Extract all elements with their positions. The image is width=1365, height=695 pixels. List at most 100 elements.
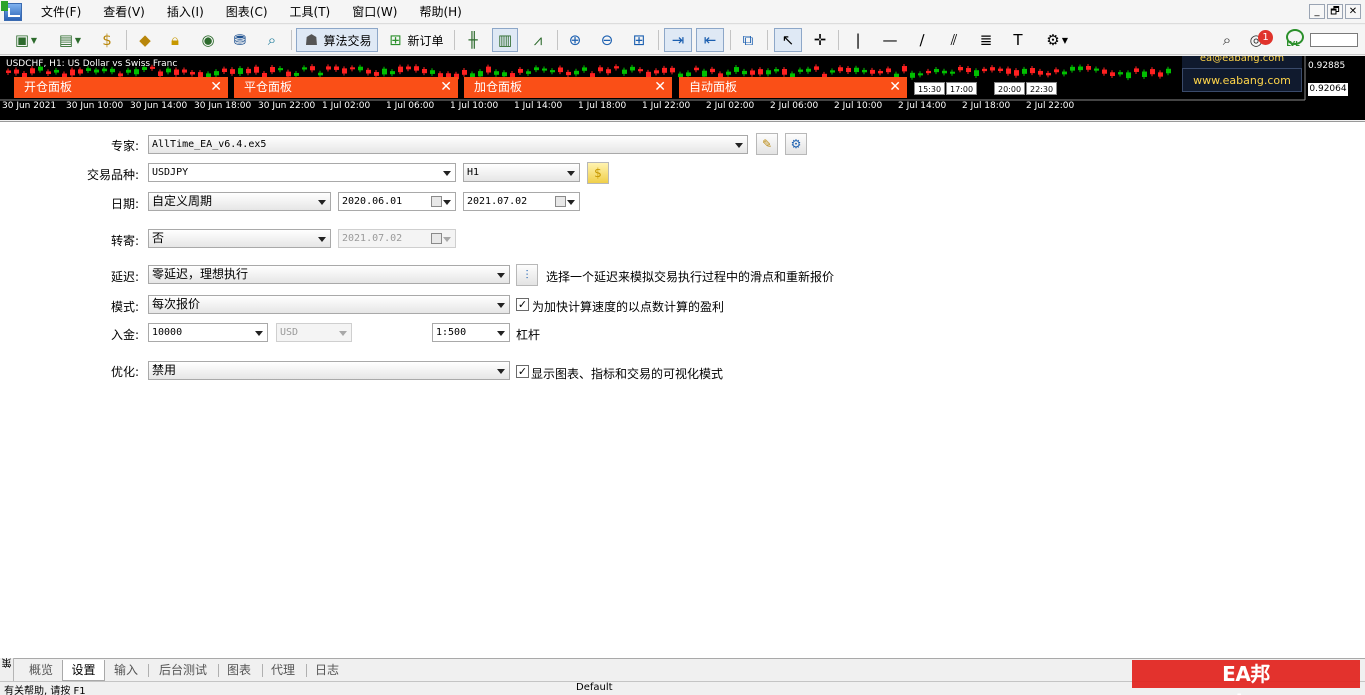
chart-shift-button[interactable]: ⇤ xyxy=(696,28,724,52)
minimize-button[interactable]: _ xyxy=(1309,4,1325,19)
open-panel-button[interactable]: 开仓面板 ✕ xyxy=(14,77,228,98)
candle-body xyxy=(598,67,603,72)
tile-windows-button[interactable]: ⊞ xyxy=(627,28,651,52)
tab-settings[interactable]: 设置 xyxy=(62,660,105,681)
new-chart-button[interactable]: ▣ ▼ xyxy=(6,28,44,52)
calendar-icon[interactable] xyxy=(555,196,566,207)
candle-body xyxy=(854,67,859,73)
chart-window[interactable]: USDCHF, H1: US Dollar vs Swiss Franc ea@… xyxy=(0,56,1365,120)
add-panel-button[interactable]: 加仓面板 ✕ xyxy=(464,77,672,98)
auto-scroll-button[interactable]: ⇥ xyxy=(664,28,692,52)
close-icon[interactable]: ✕ xyxy=(889,77,901,98)
equidistant-channel-button[interactable]: ⫽ xyxy=(942,28,966,52)
crosshair-button[interactable]: ✛ xyxy=(808,28,832,52)
close-icon[interactable]: ✕ xyxy=(654,77,666,98)
time-label: 1 Jul 14:00 xyxy=(514,101,563,111)
horizontal-line-button[interactable]: — xyxy=(878,28,902,52)
menu-charts[interactable]: 图表(C) xyxy=(215,0,279,24)
date-from-field[interactable]: 2020.06.01 xyxy=(338,192,456,211)
deposit-field[interactable]: 10000 xyxy=(148,323,268,342)
expert-settings-button[interactable]: ⚙ xyxy=(785,133,807,155)
search-market-button[interactable]: ⌕ xyxy=(260,28,284,52)
toolbar-separator xyxy=(767,30,768,50)
algo-trading-button[interactable]: ☗ 算法交易 xyxy=(296,28,378,52)
candle-body xyxy=(430,70,435,74)
date-to-field[interactable]: 2021.07.02 xyxy=(463,192,580,211)
profiles-button[interactable]: ▤ ▼ xyxy=(50,28,88,52)
time-label: 30 Jun 10:00 xyxy=(66,101,124,111)
open-editor-button[interactable]: ✎ xyxy=(756,133,778,155)
tab-journal[interactable]: 日志 xyxy=(308,660,346,681)
forward-select[interactable]: 否 xyxy=(148,229,331,248)
signals-button[interactable]: ◉ xyxy=(196,28,220,52)
symbol-select[interactable]: USDJPY xyxy=(148,163,456,182)
cursor-button[interactable]: ↖ xyxy=(774,28,802,52)
restore-button[interactable]: 🗗 xyxy=(1327,4,1343,19)
menu-view[interactable]: 查看(V) xyxy=(92,0,156,24)
algo-trading-icon: ☗ xyxy=(304,31,319,49)
menu-help[interactable]: 帮助(H) xyxy=(408,0,472,24)
level-indicator[interactable]: LVL xyxy=(1283,29,1304,51)
candlestick-button[interactable]: ▥ xyxy=(492,28,518,52)
delay-select[interactable]: 零延迟，理想执行 xyxy=(148,265,510,284)
fibonacci-button[interactable]: ≣ xyxy=(974,28,998,52)
symbol-properties-button[interactable]: $ xyxy=(587,162,609,184)
shapes-button[interactable]: ⚙ ▼ xyxy=(1036,28,1076,52)
profit-in-pips-checkbox[interactable]: ✓ xyxy=(516,298,529,311)
expert-select[interactable]: AllTime_EA_v6.4.ex5 xyxy=(148,135,748,154)
candle-body xyxy=(1142,71,1147,77)
model-select[interactable]: 每次报价 xyxy=(148,295,510,314)
auto-panel-button[interactable]: 自动面板 ✕ xyxy=(679,77,907,98)
bar-chart-button[interactable]: ╫ xyxy=(461,28,485,52)
candle-body xyxy=(638,69,643,72)
menu-tools[interactable]: 工具(T) xyxy=(279,0,342,24)
chevron-down-icon xyxy=(443,200,451,205)
vertical-line-button[interactable]: | xyxy=(846,28,870,52)
candle-body xyxy=(766,70,771,75)
tab-graph[interactable]: 图表 xyxy=(220,660,258,681)
deposit-label: 入金: xyxy=(110,328,139,342)
trendline-button[interactable]: ∕ xyxy=(910,28,934,52)
candle-body xyxy=(998,68,1003,72)
tab-inputs[interactable]: 输入 xyxy=(106,660,146,681)
date-label: 日期: xyxy=(110,197,139,211)
navigator-button[interactable]: ◆ xyxy=(133,28,157,52)
date-mode-select[interactable]: 自定义周期 xyxy=(148,192,331,211)
candle-body xyxy=(526,71,531,74)
candle-body xyxy=(774,69,779,72)
zoom-in-button[interactable]: ⊕ xyxy=(563,28,587,52)
search-button[interactable]: ⌕ xyxy=(1215,28,1239,52)
terminal-button[interactable]: 🔒︎ xyxy=(163,28,187,52)
tab-overview[interactable]: 概览 xyxy=(18,660,64,681)
tab-agents[interactable]: 代理 xyxy=(264,660,302,681)
zoom-out-button[interactable]: ⊖ xyxy=(595,28,619,52)
close-icon[interactable]: ✕ xyxy=(210,77,222,98)
market-watch-button[interactable]: $ xyxy=(95,28,119,52)
menu-insert[interactable]: 插入(I) xyxy=(156,0,215,24)
candle-body xyxy=(134,69,139,75)
leverage-select[interactable]: 1:500 xyxy=(432,323,510,342)
candle-body xyxy=(630,66,635,71)
close-icon[interactable]: ✕ xyxy=(440,77,452,98)
timeframe-select[interactable]: H1 xyxy=(463,163,580,182)
indicators-button[interactable]: ⧉ xyxy=(736,28,760,52)
candle-body xyxy=(326,66,331,70)
menu-window[interactable]: 窗口(W) xyxy=(341,0,408,24)
line-chart-button[interactable]: ⩘ xyxy=(526,28,550,52)
toolbar-separator xyxy=(291,30,292,50)
close-panel-button[interactable]: 平仓面板 ✕ xyxy=(234,77,458,98)
time-label: 2 Jul 02:00 xyxy=(706,101,755,111)
visual-mode-checkbox[interactable]: ✓ xyxy=(516,365,529,378)
optimization-select[interactable]: 禁用 xyxy=(148,361,510,380)
text-tool-button[interactable]: T xyxy=(1006,28,1030,52)
delay-settings-button[interactable]: ⫶ xyxy=(516,264,538,286)
close-window-button[interactable]: ✕ xyxy=(1345,4,1361,19)
market-button[interactable]: ⛃ xyxy=(228,28,252,52)
chevron-down-icon xyxy=(443,171,451,176)
ad-banner[interactable]: www.eabang.com xyxy=(1182,68,1302,92)
candle-body xyxy=(710,68,715,73)
menu-file[interactable]: 文件(F) xyxy=(30,0,92,24)
tab-backtest[interactable]: 后台测试 xyxy=(150,660,216,681)
new-order-button[interactable]: ⊞ 新订单 xyxy=(382,28,448,52)
calendar-icon[interactable] xyxy=(431,196,442,207)
